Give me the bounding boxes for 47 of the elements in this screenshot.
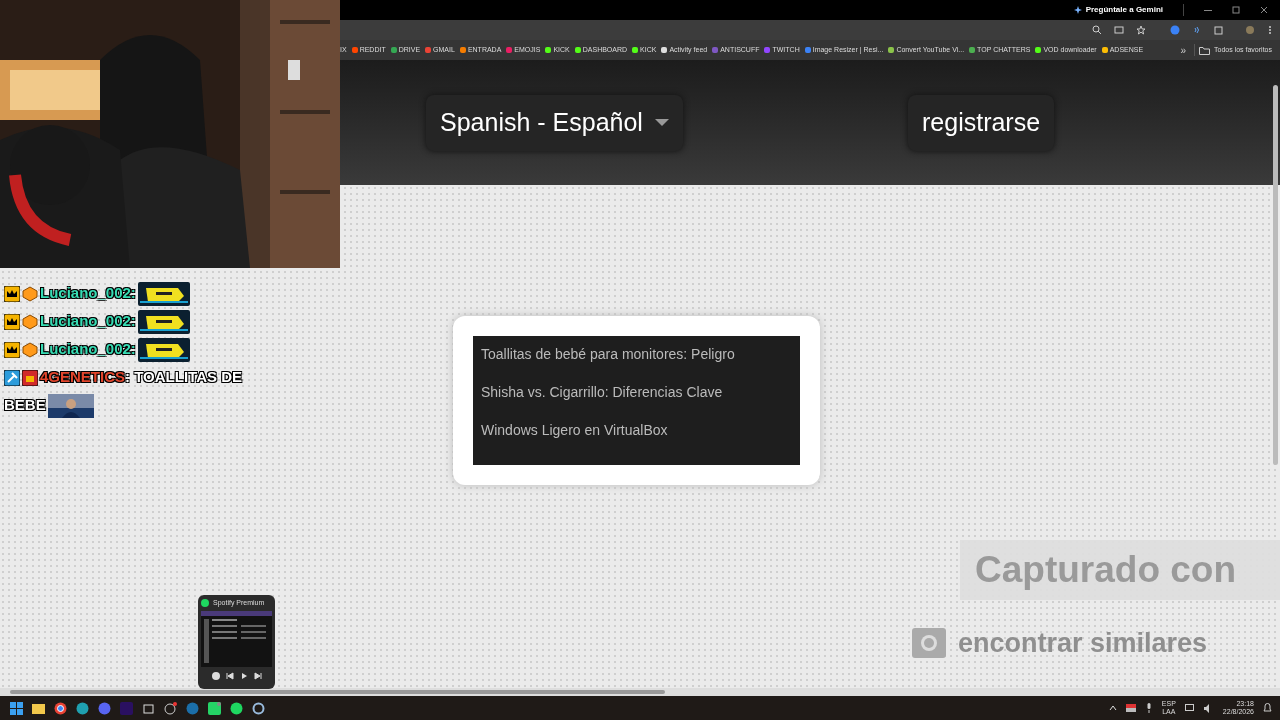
hammer-badge-icon [4, 370, 20, 387]
recent-item[interactable]: Windows Ligero en VirtualBox [481, 420, 792, 441]
zoom-icon[interactable] [1092, 25, 1102, 35]
menu-icon[interactable] [1268, 25, 1272, 35]
star-icon[interactable] [1136, 25, 1146, 35]
gem-badge-icon [22, 286, 38, 303]
flag-icon[interactable] [1125, 704, 1136, 712]
recorder-icon[interactable] [164, 701, 177, 715]
crown-badge-icon [4, 314, 20, 331]
chat-username: Luciano_002: [40, 284, 136, 301]
close-icon[interactable] [1260, 6, 1268, 14]
display-icon[interactable] [1184, 703, 1195, 713]
dropdown-caret-icon [655, 118, 669, 127]
gemini-button[interactable]: Pregúntale a Gemini [1073, 4, 1163, 16]
recent-item[interactable]: Toallitas de bebé para monitores: Peligro [481, 344, 792, 365]
chat-message: BEBE [4, 396, 46, 414]
more-bookmarks-button[interactable]: » [1176, 42, 1190, 58]
crown-badge-icon [4, 342, 20, 359]
chat-username: Luciano_002: [40, 340, 136, 358]
maximize-icon[interactable] [1232, 6, 1240, 14]
sound-icon[interactable] [1192, 25, 1202, 35]
chat-username: 4GENETICS [40, 368, 126, 386]
gem-badge-icon [22, 342, 38, 359]
notification-icon[interactable] [1263, 703, 1272, 713]
horizontal-scrollbar[interactable] [10, 690, 665, 694]
next-icon[interactable] [252, 670, 263, 681]
recent-item[interactable]: Shisha vs. Cigarrillo: Diferencias Clave [481, 382, 792, 403]
window-thumbnail-drawing [201, 610, 272, 667]
app-icon[interactable] [142, 701, 155, 715]
gem-badge-icon [22, 314, 38, 331]
sparkle-icon [1073, 6, 1082, 14]
language-select[interactable]: Spanish - Español [426, 94, 683, 151]
vertical-scrollbar[interactable] [1273, 85, 1278, 465]
start-icon[interactable] [10, 701, 23, 715]
messaging-icon[interactable] [208, 701, 221, 715]
folder-icon[interactable] [32, 701, 45, 715]
folder-icon [1199, 45, 1210, 55]
chevron-up-icon[interactable] [1108, 704, 1117, 712]
capture-title: Capturado con [975, 548, 1237, 593]
microphone-icon[interactable] [1144, 703, 1153, 713]
chat-message: : TOALLITAS DE [125, 368, 242, 386]
chat-username: Luciano_002: [40, 312, 136, 330]
camera-icon [912, 628, 946, 659]
app-icon[interactable] [252, 701, 265, 715]
crown-badge-icon [4, 286, 20, 303]
register-button[interactable]: registrarse [908, 94, 1055, 151]
previous-icon[interactable] [224, 670, 235, 681]
